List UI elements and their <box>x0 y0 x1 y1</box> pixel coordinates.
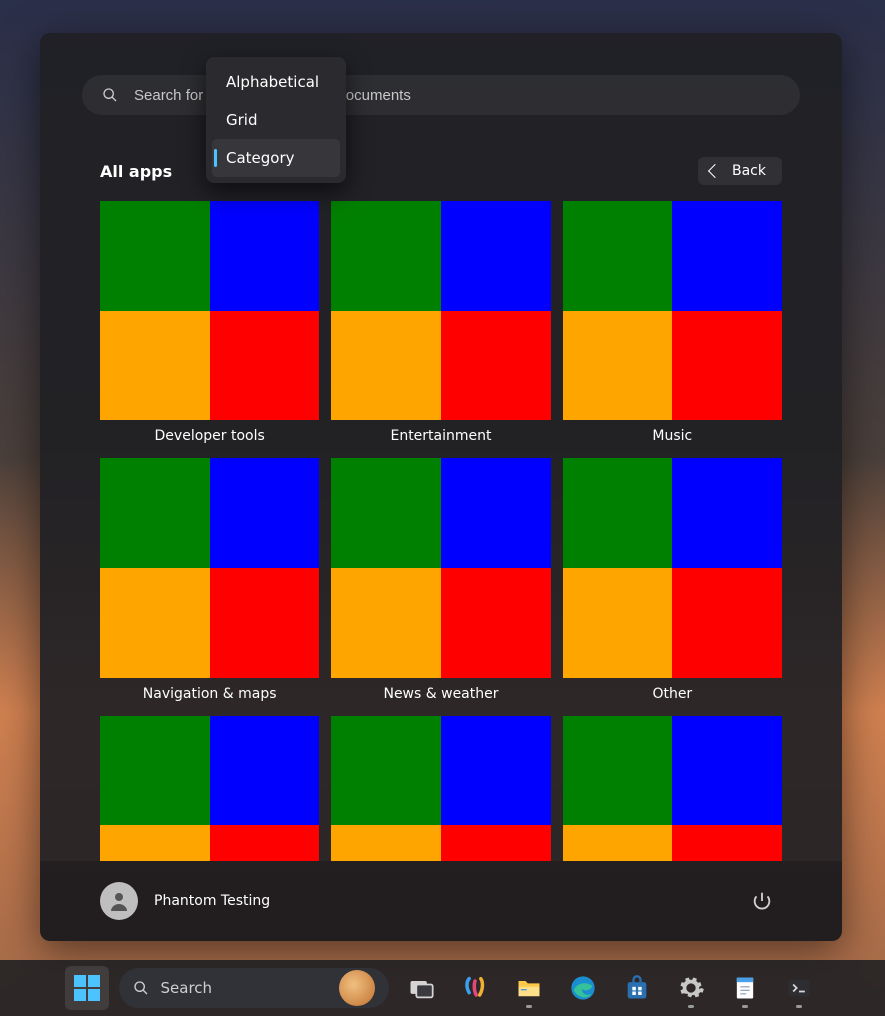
power-button[interactable] <box>742 881 782 921</box>
category-tile-icon <box>100 458 319 677</box>
taskbar-search-label: Search <box>161 979 327 997</box>
folder-icon <box>515 974 543 1002</box>
person-icon <box>107 889 131 913</box>
avatar <box>100 882 138 920</box>
category-label: Music <box>652 428 692 444</box>
category-item[interactable]: Navigation & maps <box>100 458 319 701</box>
category-tile-icon <box>331 201 550 420</box>
search-row <box>40 33 842 115</box>
category-item[interactable]: Entertainment <box>331 201 550 444</box>
category-item[interactable] <box>100 716 319 861</box>
category-item[interactable] <box>563 716 782 861</box>
store-icon <box>623 974 651 1002</box>
category-tile-icon <box>563 716 782 861</box>
taskbar-terminal[interactable] <box>777 966 821 1010</box>
taskbar-settings[interactable] <box>669 966 713 1010</box>
category-tile-icon <box>563 458 782 677</box>
windows-logo-icon <box>74 975 100 1001</box>
category-label: Developer tools <box>155 428 265 444</box>
sort-flyout: AlphabeticalGridCategory <box>206 57 346 183</box>
category-label: Entertainment <box>390 428 491 444</box>
search-icon <box>102 87 118 103</box>
taskbar-file-explorer[interactable] <box>507 966 551 1010</box>
copilot-icon <box>461 974 489 1002</box>
sort-option[interactable]: Category <box>212 139 340 177</box>
terminal-icon <box>785 974 813 1002</box>
user-name: Phantom Testing <box>154 893 270 909</box>
category-tile-icon <box>331 458 550 677</box>
category-tile-icon <box>331 716 550 861</box>
all-apps-title: All apps <box>100 162 172 181</box>
taskbar-search[interactable]: Search <box>119 968 389 1008</box>
taskbar-task-view[interactable] <box>399 966 443 1010</box>
search-box[interactable] <box>82 75 800 115</box>
category-item[interactable]: Other <box>563 458 782 701</box>
taskbar-edge[interactable] <box>561 966 605 1010</box>
notepad-icon <box>731 974 759 1002</box>
sort-option[interactable]: Grid <box>212 101 340 139</box>
category-tile-icon <box>100 716 319 861</box>
power-icon <box>751 890 773 912</box>
allapps-header: All apps Back <box>40 127 842 185</box>
chevron-left-icon <box>708 164 722 178</box>
taskbar-notepad[interactable] <box>723 966 767 1010</box>
start-menu: All apps Back Developer tools Entertainme… <box>40 33 842 941</box>
search-highlight-icon <box>339 970 375 1006</box>
category-label: Other <box>652 686 692 702</box>
category-label: Navigation & maps <box>143 686 277 702</box>
category-item[interactable] <box>331 716 550 861</box>
task-view-icon <box>407 974 435 1002</box>
category-tile-icon <box>100 201 319 420</box>
start-footer: Phantom Testing <box>40 861 842 941</box>
user-account-button[interactable]: Phantom Testing <box>100 882 270 920</box>
sort-option[interactable]: Alphabetical <box>212 63 340 101</box>
search-icon <box>133 980 149 996</box>
category-item[interactable]: Music <box>563 201 782 444</box>
category-tile-icon <box>563 201 782 420</box>
category-item[interactable]: News & weather <box>331 458 550 701</box>
back-label: Back <box>732 163 766 179</box>
taskbar-start-button[interactable] <box>65 966 109 1010</box>
taskbar: Search <box>0 960 885 1016</box>
taskbar-copilot[interactable] <box>453 966 497 1010</box>
category-item[interactable]: Developer tools <box>100 201 319 444</box>
edge-icon <box>569 974 597 1002</box>
category-grid-area: Developer tools Entertainment Music Navigat… <box>40 185 842 861</box>
category-label: News & weather <box>383 686 498 702</box>
taskbar-microsoft-store[interactable] <box>615 966 659 1010</box>
back-button[interactable]: Back <box>698 157 782 185</box>
gear-icon <box>677 974 705 1002</box>
